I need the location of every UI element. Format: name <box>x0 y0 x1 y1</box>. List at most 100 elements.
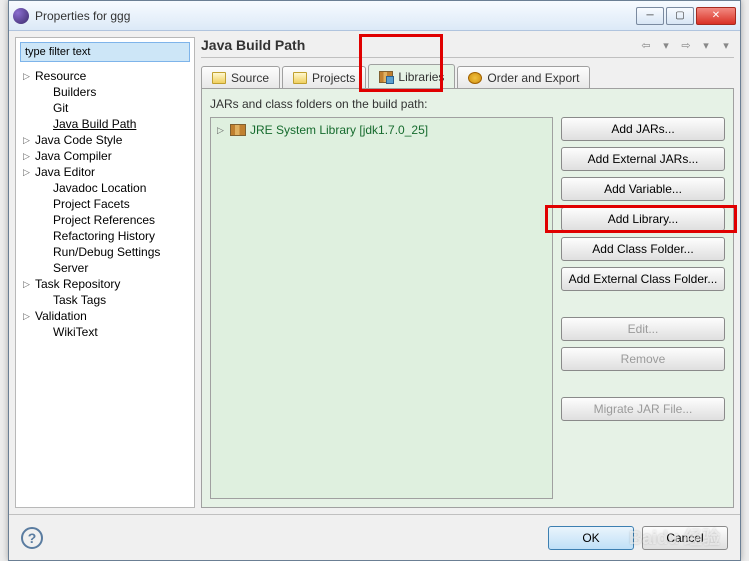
window-title: Properties for ggg <box>35 9 636 23</box>
expand-icon <box>40 184 49 193</box>
tree-item[interactable]: Refactoring History <box>16 228 194 244</box>
expand-icon[interactable]: ▷ <box>22 168 31 177</box>
page-header: Java Build Path ⇦ ▾ ⇨ ▾ ▾ <box>201 37 734 58</box>
tab-projects[interactable]: Projects <box>282 66 366 88</box>
tree-item-label: Validation <box>35 309 87 323</box>
migrate-jar-button: Migrate JAR File... <box>561 397 725 421</box>
forward-icon[interactable]: ⇨ <box>678 37 694 53</box>
tab-label: Source <box>231 71 269 85</box>
tab-container: Source Projects Libraries Order and <box>201 64 734 88</box>
body-row: ▷ JRE System Library [jdk1.7.0_25] Add J… <box>210 117 725 499</box>
expand-icon[interactable]: ▷ <box>22 312 31 321</box>
view-menu-icon[interactable]: ▾ <box>718 37 734 53</box>
library-label: JRE System Library [jdk1.7.0_25] <box>250 123 428 137</box>
close-button[interactable]: ✕ <box>696 7 736 25</box>
tree-item-label: WikiText <box>53 325 98 339</box>
tree-item-label: Builders <box>53 85 96 99</box>
expand-icon <box>40 264 49 273</box>
main-area: ▷ResourceBuildersGitJava Build Path▷Java… <box>9 31 740 514</box>
forward-menu-icon[interactable]: ▾ <box>698 37 714 53</box>
add-library-button[interactable]: Add Library... <box>561 207 725 231</box>
tree-item[interactable]: Project Facets <box>16 196 194 212</box>
library-icon <box>230 124 246 136</box>
help-icon[interactable]: ? <box>21 527 43 549</box>
expand-icon <box>40 104 49 113</box>
dialog-footer: ? OK Cancel <box>9 514 740 560</box>
tree-item[interactable]: WikiText <box>16 324 194 340</box>
tree-item[interactable]: Javadoc Location <box>16 180 194 196</box>
tab-libraries[interactable]: Libraries <box>368 64 455 88</box>
tree-item[interactable]: Project References <box>16 212 194 228</box>
properties-dialog: Properties for ggg ─ ▢ ✕ ▷ Resource Builde… <box>8 0 741 561</box>
tree-item-label: Task Repository <box>35 277 120 291</box>
eclipse-icon <box>13 8 29 24</box>
expand-icon <box>40 88 49 97</box>
nav-buttons: ⇦ ▾ ⇨ ▾ ▾ <box>638 37 734 53</box>
tree-item-label: Resource <box>35 69 86 83</box>
expand-icon[interactable]: ▷ <box>22 136 31 145</box>
expand-icon <box>40 120 49 129</box>
tree-item-label: Javadoc Location <box>53 181 146 195</box>
add-variable-button[interactable]: Add Variable... <box>561 177 725 201</box>
expand-icon <box>40 296 49 305</box>
projects-icon <box>293 72 307 84</box>
expand-icon <box>40 248 49 257</box>
edit-button: Edit... <box>561 317 725 341</box>
add-external-class-folder-button[interactable]: Add External Class Folder... <box>561 267 725 291</box>
tree-item-label: Java Code Style <box>35 133 122 147</box>
button-column: Add JARs... Add External JARs... Add Var… <box>561 117 725 499</box>
tree-item[interactable]: ▷ Java Code Style <box>16 132 194 148</box>
maximize-button[interactable]: ▢ <box>666 7 694 25</box>
tree-item[interactable]: ▷ Java Editor <box>16 164 194 180</box>
tree-item-label: Project Facets <box>53 197 130 211</box>
tree-item-label: Java Build Path <box>53 117 136 131</box>
expand-icon[interactable]: ▷ <box>22 152 31 161</box>
page-panel: Java Build Path ⇦ ▾ ⇨ ▾ ▾ Source <box>201 37 734 508</box>
page-title: Java Build Path <box>201 37 638 53</box>
window-controls: ─ ▢ ✕ <box>636 7 736 25</box>
add-jars-button[interactable]: Add JARs... <box>561 117 725 141</box>
tree-item-label: Task Tags <box>53 293 106 307</box>
expand-icon[interactable]: ▷ <box>217 125 226 136</box>
add-external-jars-button[interactable]: Add External JARs... <box>561 147 725 171</box>
tree-item-label: Refactoring History <box>53 229 155 243</box>
tree-item-label: Java Editor <box>35 165 95 179</box>
cancel-button[interactable]: Cancel <box>642 526 728 550</box>
expand-icon[interactable]: ▷ <box>22 72 31 81</box>
category-tree[interactable]: ▷ResourceBuildersGitJava Build Path▷Java… <box>16 66 194 507</box>
tree-item[interactable]: ▷ Task Repository <box>16 276 194 292</box>
tab-order-export[interactable]: Order and Export <box>457 66 590 88</box>
library-item[interactable]: ▷ JRE System Library [jdk1.7.0_25] <box>215 122 548 138</box>
expand-icon[interactable]: ▷ <box>22 280 31 289</box>
category-tree-panel: ▷ResourceBuildersGitJava Build Path▷Java… <box>15 37 195 508</box>
tree-item-label: Git <box>53 101 68 115</box>
tree-item[interactable]: ▷ Validation <box>16 308 194 324</box>
tree-item[interactable]: ▷ Resource <box>16 68 194 84</box>
add-class-folder-button[interactable]: Add Class Folder... <box>561 237 725 261</box>
expand-icon <box>40 216 49 225</box>
expand-icon <box>40 232 49 241</box>
tab-label: Order and Export <box>487 71 579 85</box>
tree-item[interactable]: Git <box>16 100 194 116</box>
order-export-icon <box>468 72 482 84</box>
tree-item-label: Run/Debug Settings <box>53 245 160 259</box>
back-menu-icon[interactable]: ▾ <box>658 37 674 53</box>
tab-body: JARs and class folders on the build path… <box>201 88 734 508</box>
ok-button[interactable]: OK <box>548 526 634 550</box>
tab-source[interactable]: Source <box>201 66 280 88</box>
libraries-list[interactable]: ▷ JRE System Library [jdk1.7.0_25] <box>210 117 553 499</box>
list-description: JARs and class folders on the build path… <box>210 97 725 111</box>
tree-item[interactable]: Java Build Path <box>16 116 194 132</box>
dialog-content: ▷ResourceBuildersGitJava Build Path▷Java… <box>9 31 740 560</box>
tab-strip: Source Projects Libraries Order and <box>201 64 734 88</box>
tree-item[interactable]: Builders <box>16 84 194 100</box>
minimize-button[interactable]: ─ <box>636 7 664 25</box>
titlebar: Properties for ggg ─ ▢ ✕ <box>9 1 740 31</box>
tree-item[interactable]: ▷Java Compiler <box>16 148 194 164</box>
filter-input[interactable] <box>20 42 190 62</box>
tree-item[interactable]: Run/Debug Settings <box>16 244 194 260</box>
tree-item[interactable]: Server <box>16 260 194 276</box>
tree-item[interactable]: Task Tags <box>16 292 194 308</box>
back-icon[interactable]: ⇦ <box>638 37 654 53</box>
source-icon <box>212 72 226 84</box>
